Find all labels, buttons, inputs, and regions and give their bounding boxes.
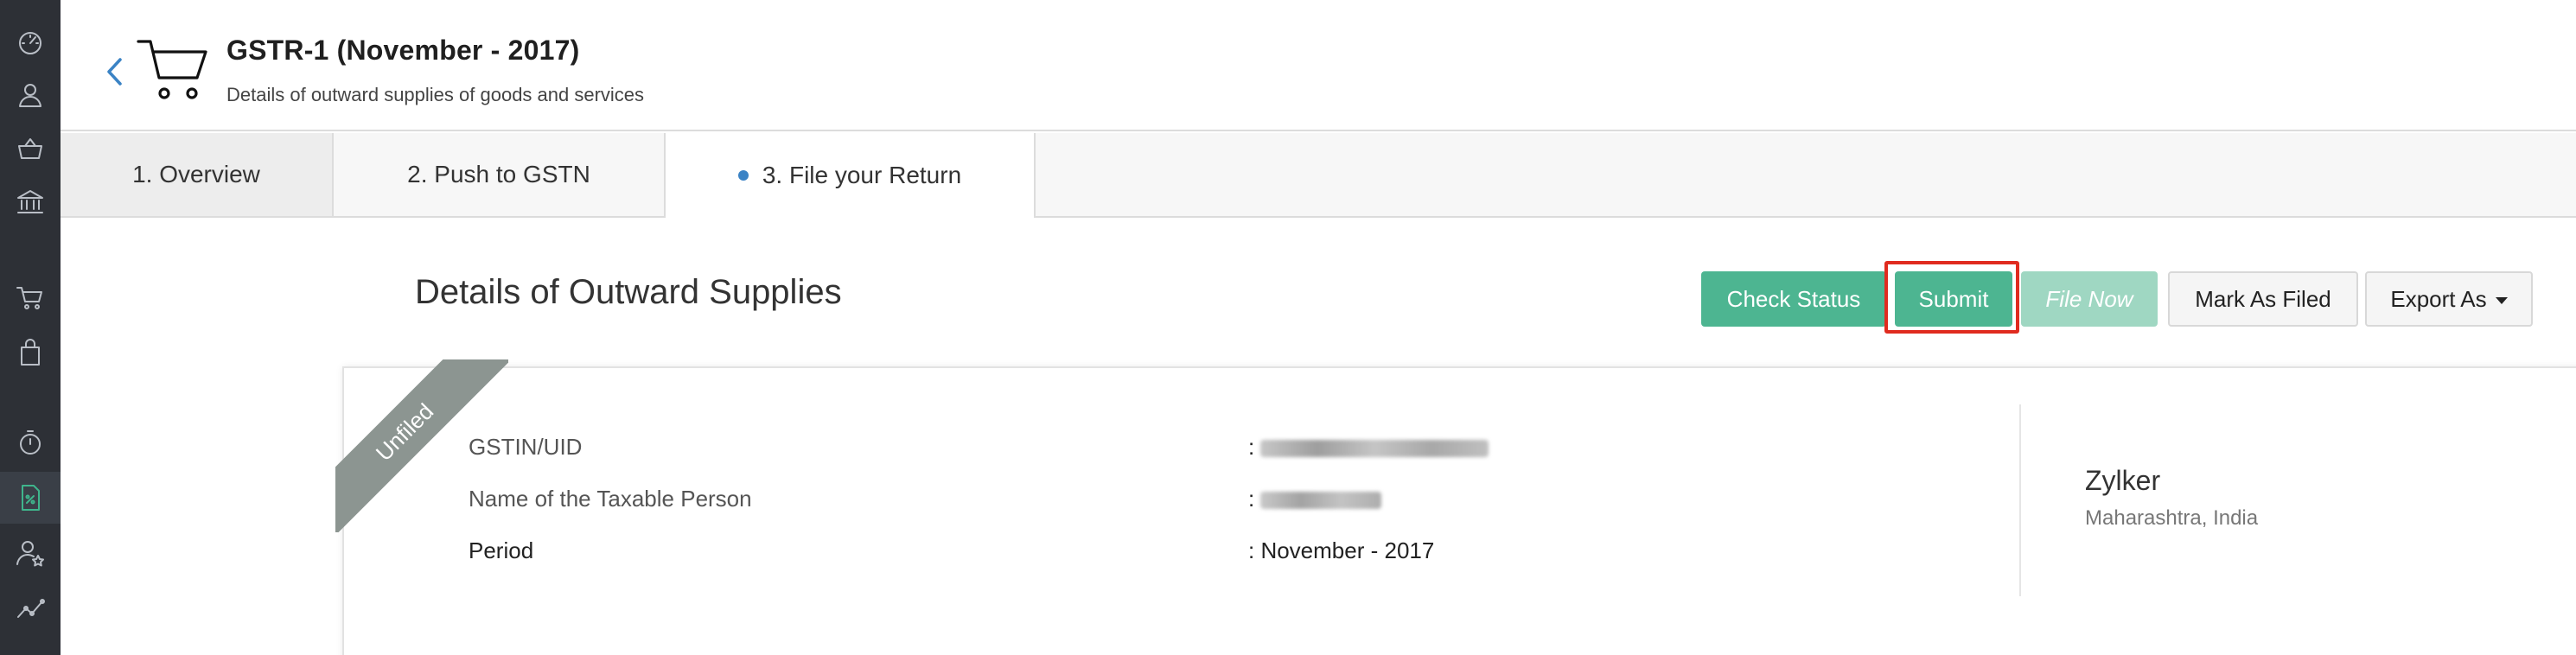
page-title: GSTR-1 (November - 2017) <box>226 35 580 66</box>
items-basket-icon <box>18 138 42 159</box>
sidebar-item-reports[interactable] <box>0 582 61 634</box>
reports-icon <box>17 599 45 618</box>
sidebar-item-sales[interactable] <box>0 271 61 323</box>
card-divider <box>2019 404 2021 596</box>
taxable-person-value: : <box>1248 486 1382 512</box>
export-as-button[interactable]: Export As <box>2365 271 2533 327</box>
sidebar-item-purchases[interactable] <box>0 327 61 378</box>
purchases-bag-icon <box>21 339 40 366</box>
sidebar-item-accountant[interactable] <box>0 527 61 579</box>
sidebar <box>0 0 61 655</box>
accountant-icon <box>16 541 44 567</box>
page-subtitle: Details of outward supplies of goods and… <box>226 84 645 105</box>
organization-name: Zylker <box>2085 465 2161 496</box>
check-status-button[interactable]: Check Status <box>1701 271 1886 327</box>
redacted-name <box>1260 492 1382 510</box>
back-button[interactable] <box>97 50 131 93</box>
sidebar-item-banking[interactable] <box>0 176 61 228</box>
time-tracking-icon <box>20 430 41 455</box>
dashboard-icon <box>19 32 41 54</box>
cart-icon <box>135 35 213 105</box>
tab-label: 1. Overview <box>132 161 260 188</box>
redacted-gstin <box>1260 440 1489 458</box>
mark-as-filed-button[interactable]: Mark As Filed <box>2168 271 2358 327</box>
sidebar-item-time-tracking[interactable] <box>0 417 61 468</box>
sidebar-item-contacts[interactable] <box>0 69 61 121</box>
submit-button[interactable]: Submit <box>1895 271 2012 327</box>
tab-file-your-return[interactable]: 3. File your Return <box>666 133 1036 218</box>
organization-location: Maharashtra, India <box>2085 506 2259 530</box>
page-header: GSTR-1 (November - 2017) Details of outw… <box>61 0 2576 131</box>
period-value: : November - 2017 <box>1248 537 1435 563</box>
active-dot-icon <box>737 170 749 181</box>
file-now-button[interactable]: File Now <box>2021 271 2158 327</box>
export-as-label: Export As <box>2390 285 2487 312</box>
tab-label: 2. Push to GSTN <box>407 161 590 188</box>
taxable-person-label: Name of the Taxable Person <box>469 486 752 512</box>
caret-down-icon <box>2495 297 2508 304</box>
gstin-label: GSTIN/UID <box>469 434 583 460</box>
gst-filing-icon <box>22 485 40 511</box>
step-tabs: 1. Overview 2. Push to GSTN 3. File your… <box>61 133 2576 218</box>
banking-icon <box>17 190 43 213</box>
tab-push-to-gstn[interactable]: 2. Push to GSTN <box>334 133 666 216</box>
contacts-icon <box>19 84 41 107</box>
tab-label: 3. File your Return <box>762 162 962 188</box>
sidebar-item-dashboard[interactable] <box>0 16 61 67</box>
tab-overview[interactable]: 1. Overview <box>61 133 334 216</box>
chevron-left-icon <box>107 58 122 86</box>
gstin-colon: : <box>1248 434 1255 460</box>
section-title: Details of Outward Supplies <box>415 273 842 311</box>
taxable-person-colon: : <box>1248 486 1255 512</box>
period-label: Period <box>469 537 534 563</box>
gstin-value: : <box>1248 434 1489 461</box>
sidebar-item-gst-filing[interactable] <box>0 472 61 524</box>
sales-cart-icon <box>16 287 42 309</box>
sidebar-item-items[interactable] <box>0 123 61 175</box>
